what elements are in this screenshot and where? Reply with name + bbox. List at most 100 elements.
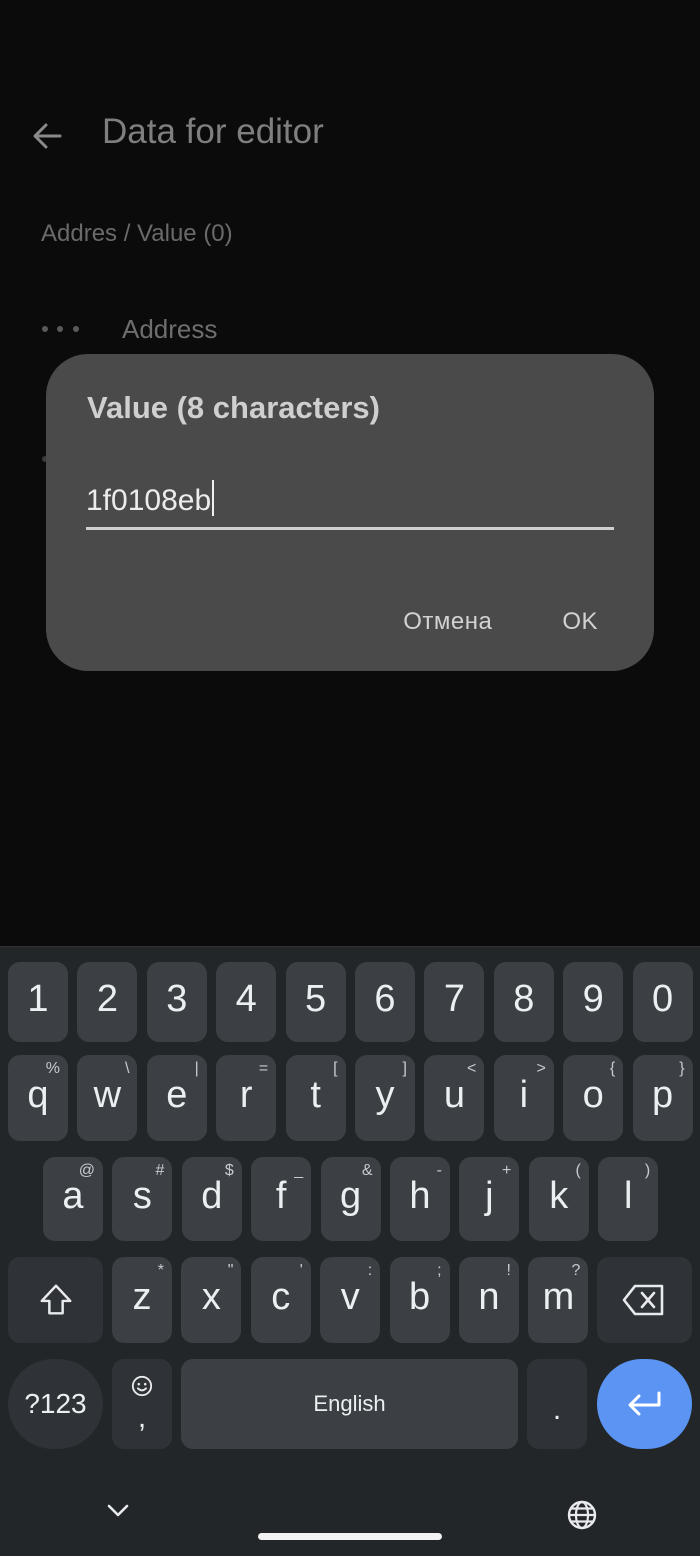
key-label: x [201, 1276, 221, 1318]
key-s[interactable]: s # [112, 1157, 173, 1241]
key-q[interactable]: q% [8, 1055, 68, 1141]
key-hint: ? [571, 1262, 581, 1279]
key-i[interactable]: i > [493, 1055, 554, 1141]
key-hint: > [536, 1060, 546, 1077]
soft-keyboard: 1 2 3 4 5 6 7 8 9 0 q% w \ e | r = t[y] u < i > o{p} a @ s # d $ f _ g &… [0, 946, 700, 1556]
space-key-label: English [313, 1391, 386, 1416]
key-label: g [340, 1175, 362, 1217]
key-hint: < [467, 1060, 477, 1077]
key-r[interactable]: r = [216, 1055, 277, 1141]
key-label: o [582, 1074, 604, 1116]
key-n[interactable]: n! [459, 1257, 519, 1343]
key-label: z [132, 1276, 152, 1318]
key-label: i [519, 1074, 529, 1116]
page-title: Data for editor [102, 112, 324, 151]
more-horiz-icon [42, 326, 82, 336]
key-d[interactable]: d $ [181, 1157, 242, 1241]
key-label: n [478, 1276, 500, 1318]
key-hint: & [361, 1162, 373, 1179]
key-g[interactable]: g & [320, 1157, 381, 1241]
key-label: t [310, 1074, 321, 1116]
key-hint: [ [333, 1060, 338, 1077]
key-hint: @ [78, 1162, 95, 1179]
key-m[interactable]: m? [528, 1257, 589, 1343]
key-hint: ( [575, 1162, 581, 1179]
key-label: p [652, 1074, 674, 1116]
key-hint: + [502, 1162, 512, 1179]
key-label: 9 [582, 978, 604, 1020]
key-9[interactable]: 9 [563, 962, 624, 1042]
chevron-down-icon[interactable] [106, 1503, 130, 1519]
key-p[interactable]: p} [632, 1055, 693, 1141]
key-j[interactable]: j + [459, 1157, 520, 1241]
key-e[interactable]: e | [146, 1055, 207, 1141]
key-a[interactable]: a @ [43, 1157, 103, 1241]
key-label: y [375, 1074, 395, 1116]
comma-label: , [137, 1401, 147, 1434]
key-f[interactable]: f _ [251, 1157, 312, 1241]
key-label: w [93, 1074, 122, 1116]
key-o[interactable]: o{ [563, 1055, 624, 1141]
key-label: q [27, 1074, 49, 1116]
key-label: h [409, 1175, 431, 1217]
key-2[interactable]: 2 [77, 962, 138, 1042]
shift-icon [40, 1284, 72, 1315]
key-b[interactable]: b; [389, 1257, 450, 1343]
dialog-title: Value (8 characters) [87, 390, 380, 425]
key-hint: _ [294, 1162, 304, 1179]
key-label: m [542, 1276, 575, 1318]
backspace-icon [622, 1284, 664, 1316]
key-t[interactable]: t[ [285, 1055, 346, 1141]
key-4[interactable]: 4 [216, 962, 277, 1042]
key-1[interactable]: 1 [8, 962, 68, 1042]
key-h[interactable]: h- [390, 1157, 450, 1241]
key-z[interactable]: z * [112, 1257, 172, 1343]
key-c[interactable]: c ' [250, 1257, 311, 1343]
key-label: 5 [305, 978, 327, 1020]
symbols-key[interactable]: ?123 [8, 1359, 103, 1449]
value-input[interactable]: 1f0108eb [86, 480, 614, 530]
space-key[interactable]: English [181, 1359, 518, 1449]
key-hint: % [45, 1060, 60, 1077]
enter-key[interactable] [597, 1359, 692, 1449]
key-label: 2 [96, 978, 118, 1020]
app-bar: Data for editor [0, 90, 700, 180]
key-hint: $ [224, 1162, 234, 1179]
key-y[interactable]: y] [355, 1055, 415, 1141]
key-w[interactable]: w \ [77, 1055, 138, 1141]
key-u[interactable]: u < [424, 1055, 485, 1141]
shift-key[interactable] [8, 1257, 103, 1343]
key-label: s [132, 1175, 152, 1217]
key-hint: ! [506, 1262, 511, 1279]
backspace-key[interactable] [597, 1257, 692, 1343]
key-3[interactable]: 3 [146, 962, 207, 1042]
key-label: e [166, 1074, 188, 1116]
key-k[interactable]: k( [528, 1157, 589, 1241]
enter-icon [628, 1391, 661, 1416]
key-label: 6 [374, 978, 396, 1020]
key-6[interactable]: 6 [355, 962, 415, 1042]
key-hint: | [194, 1060, 199, 1077]
globe-icon[interactable] [566, 1499, 598, 1531]
key-0[interactable]: 0 [632, 962, 693, 1042]
key-label: d [201, 1175, 223, 1217]
cancel-button[interactable]: Отмена [403, 608, 492, 636]
nav-row [0, 1481, 700, 1556]
key-x[interactable]: x " [181, 1257, 242, 1343]
key-label: b [409, 1276, 431, 1318]
ok-button[interactable]: OK [562, 608, 598, 636]
key-7[interactable]: 7 [424, 962, 485, 1042]
key-hint: { [609, 1060, 616, 1077]
key-5[interactable]: 5 [285, 962, 346, 1042]
key-l[interactable]: l) [598, 1157, 659, 1241]
key-8[interactable]: 8 [493, 962, 554, 1042]
key-hint: } [679, 1060, 685, 1077]
arrow-left-icon[interactable] [28, 116, 68, 156]
key-label: 4 [235, 978, 257, 1020]
list-item[interactable]: Address [0, 300, 700, 360]
period-key[interactable]: . [527, 1359, 587, 1449]
key-v[interactable]: v: [320, 1257, 381, 1343]
emoji-comma-key[interactable]: , [112, 1359, 172, 1449]
period-label: . [552, 1393, 562, 1426]
home-indicator[interactable] [258, 1533, 442, 1540]
